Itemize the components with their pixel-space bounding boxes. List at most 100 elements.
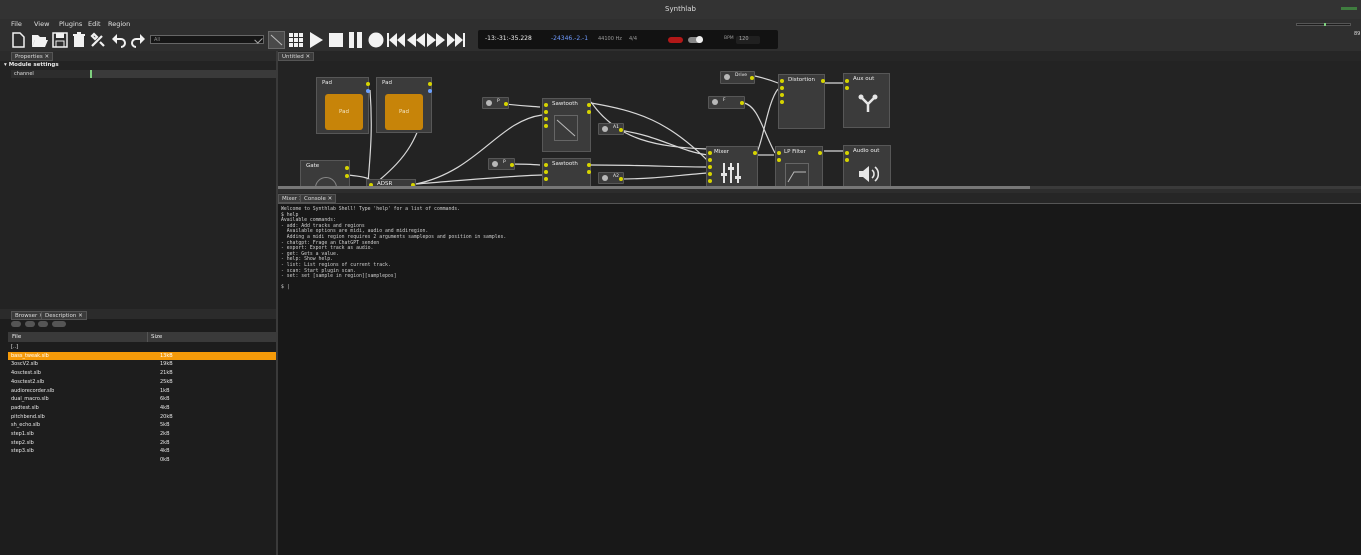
curve-tool-button[interactable] [268, 31, 285, 49]
input-port[interactable] [708, 165, 712, 169]
input-port[interactable] [544, 177, 548, 181]
input-port[interactable] [777, 151, 781, 155]
aux-out-node[interactable]: Aux out [843, 73, 890, 128]
close-icon[interactable]: ✕ [45, 54, 50, 60]
grid-button[interactable] [287, 31, 305, 49]
menu-region[interactable]: Region [108, 19, 130, 29]
a1-knob[interactable] [602, 126, 608, 132]
node-graph-canvas[interactable]: Pad Pad Pad Pad Gate ADSR P P Sawtooth S… [278, 61, 1361, 199]
input-port[interactable] [708, 151, 712, 155]
input-port[interactable] [780, 86, 784, 90]
pad-node-2[interactable]: Pad Pad [376, 77, 432, 133]
input-port[interactable] [845, 158, 849, 162]
delete-button[interactable] [70, 31, 88, 49]
gate-node[interactable]: Gate [300, 160, 350, 199]
menu-view[interactable]: View [34, 19, 49, 29]
pause-button[interactable] [347, 31, 365, 49]
input-port[interactable] [708, 158, 712, 162]
input-port[interactable] [544, 110, 548, 114]
file-row[interactable]: audiorecorder.slb 1kB [8, 387, 276, 396]
menu-file[interactable]: File [11, 19, 22, 29]
a2-knob[interactable] [602, 175, 608, 181]
open-file-button[interactable] [31, 31, 49, 49]
save-button[interactable] [51, 31, 69, 49]
output-port[interactable] [818, 151, 822, 155]
browser-refresh-button[interactable] [52, 321, 66, 327]
tools-button[interactable] [89, 31, 107, 49]
file-row[interactable]: sh_echo.slb 5kB [8, 421, 276, 430]
close-icon[interactable]: ✕ [328, 196, 333, 202]
mixer-node[interactable]: Mixer [706, 146, 758, 187]
play-button[interactable] [307, 31, 325, 49]
output-port[interactable] [587, 163, 591, 167]
p-knob[interactable] [486, 100, 492, 106]
tab-description[interactable]: Description ✕ [41, 311, 87, 320]
file-row[interactable]: step2.slb 2kB [8, 439, 276, 448]
tab-untitled[interactable]: Untitled ✕ [278, 52, 315, 61]
file-row[interactable]: padtest.slb 4kB [8, 404, 276, 413]
distortion-node[interactable]: Distortion [778, 74, 825, 129]
sawtooth-node-2[interactable]: Sawtooth [542, 158, 591, 187]
output-port[interactable] [740, 101, 744, 105]
input-port[interactable] [708, 172, 712, 176]
input-port[interactable] [845, 79, 849, 83]
output-port[interactable] [587, 110, 591, 114]
skip-start-button[interactable] [387, 31, 405, 49]
pad-button[interactable]: Pad [325, 94, 363, 130]
file-row[interactable]: 0kB [8, 456, 276, 465]
file-row[interactable]: step1.slb 2kB [8, 430, 276, 439]
output-port[interactable] [366, 82, 370, 86]
close-icon[interactable]: ✕ [78, 313, 83, 319]
sawtooth-node-1[interactable]: Sawtooth [542, 98, 591, 152]
f-knob[interactable] [712, 99, 718, 105]
browser-back-button[interactable] [25, 321, 35, 327]
input-port[interactable] [845, 86, 849, 90]
output-port[interactable] [619, 128, 623, 132]
input-port[interactable] [544, 163, 548, 167]
a2-node[interactable]: A2 [598, 172, 624, 184]
file-row[interactable]: step3.slb 4kB [8, 447, 276, 456]
module-settings-header[interactable]: ▾ Module settings [4, 62, 59, 68]
file-row[interactable]: pitchbend.slb 20kB [8, 413, 276, 422]
a1-node[interactable]: A1 [598, 123, 624, 135]
output-port[interactable] [428, 82, 432, 86]
output-port[interactable] [619, 177, 623, 181]
loop-toggle[interactable] [668, 37, 683, 43]
channel-slider-handle[interactable] [90, 70, 92, 78]
close-icon[interactable]: ✕ [306, 54, 311, 60]
pad-node-1[interactable]: Pad Pad [316, 77, 370, 134]
input-port[interactable] [777, 158, 781, 162]
p-node-2[interactable]: P [488, 158, 515, 170]
output-port[interactable] [750, 76, 754, 80]
output-port[interactable] [504, 102, 508, 106]
parent-directory-row[interactable]: [..] [8, 343, 276, 352]
input-port[interactable] [708, 179, 712, 183]
f-node[interactable]: F [708, 96, 745, 109]
output-port[interactable] [366, 89, 370, 93]
rewind-button[interactable] [407, 31, 425, 49]
output-port[interactable] [753, 151, 757, 155]
redo-button[interactable] [129, 31, 147, 49]
drive-knob[interactable] [724, 74, 730, 80]
input-port[interactable] [780, 79, 784, 83]
new-file-button[interactable] [9, 31, 27, 49]
p-node-1[interactable]: P [482, 97, 509, 109]
track-select[interactable]: All [150, 35, 264, 44]
column-header-size[interactable]: Size [151, 332, 162, 342]
channel-slider[interactable] [90, 70, 276, 78]
input-port[interactable] [845, 151, 849, 155]
output-port[interactable] [428, 89, 432, 93]
input-port[interactable] [544, 124, 548, 128]
browser-forward-button[interactable] [38, 321, 48, 327]
output-port[interactable] [821, 79, 825, 83]
output-port[interactable] [345, 174, 349, 178]
file-row[interactable]: 4osctest2.slb 25kB [8, 378, 276, 387]
file-row[interactable]: dual_macro.slb 6kB [8, 395, 276, 404]
input-port[interactable] [544, 117, 548, 121]
output-port[interactable] [510, 163, 514, 167]
fast-forward-button[interactable] [427, 31, 445, 49]
file-row[interactable]: 3oscV2.slb 19kB [8, 360, 276, 369]
output-port[interactable] [587, 170, 591, 174]
menu-edit[interactable]: Edit [88, 19, 101, 29]
input-port[interactable] [780, 100, 784, 104]
